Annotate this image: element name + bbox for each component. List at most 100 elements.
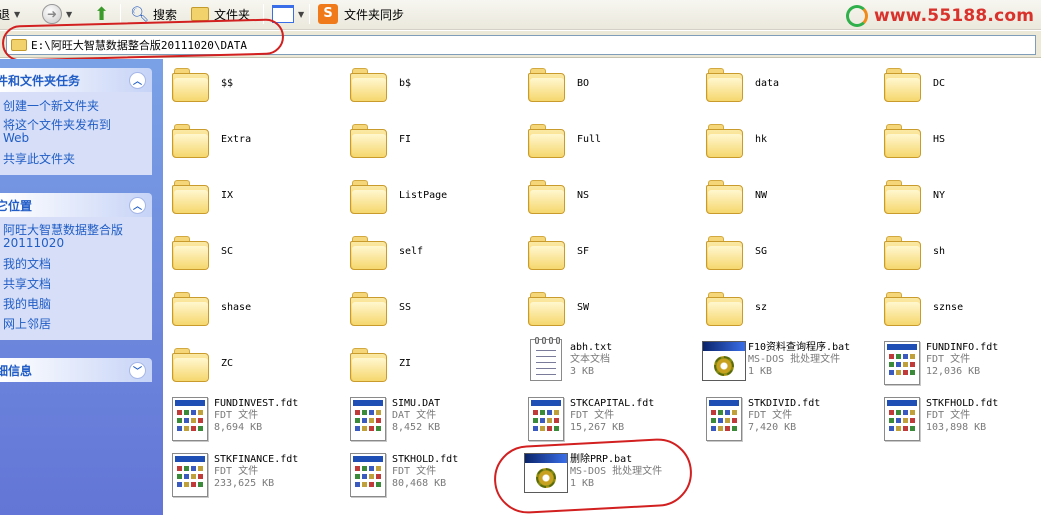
fdt-file-icon [706, 397, 742, 441]
expand-icon[interactable]: ﹀ [129, 361, 146, 379]
file-item[interactable]: STKFHOLD.fdt FDT 文件 103,898 KB [876, 395, 1041, 451]
folder-icon [528, 180, 565, 214]
file-item[interactable]: abh.txt 文本文档 3 KB [520, 337, 698, 395]
folder-item[interactable]: data [698, 59, 876, 115]
folder-item[interactable]: SF [520, 227, 698, 283]
folder-item[interactable]: SW [520, 283, 698, 339]
collapse-icon[interactable]: ︿ [129, 71, 146, 89]
folder-item[interactable]: shase [164, 283, 342, 339]
fdt-file-icon [350, 397, 386, 441]
folder-item[interactable]: sz [698, 283, 876, 339]
folder-name: Extra [221, 134, 252, 145]
folder-icon [706, 124, 743, 158]
folder-item[interactable]: NS [520, 171, 698, 227]
folder-icon [172, 180, 209, 214]
folders-button[interactable]: 文件夹 [191, 3, 250, 25]
file-item[interactable]: STKCAPITAL.fdt FDT 文件 15,267 KB [520, 395, 698, 451]
file-item[interactable]: STKDIVID.fdt FDT 文件 7,420 KB [698, 395, 876, 451]
folder-item[interactable]: Full [520, 115, 698, 171]
place-my-computer[interactable]: 我的电脑 [3, 294, 152, 314]
details-title: 细信息 [0, 363, 33, 378]
folder-name: SW [577, 302, 590, 313]
address-input[interactable]: E:\阿旺大智慧数据整合版20111020\DATA [6, 35, 1036, 55]
folder-item[interactable]: SC [164, 227, 342, 283]
folder-sync-button[interactable]: S 文件夹同步 [318, 3, 404, 25]
folder-icon [172, 124, 209, 158]
file-item[interactable]: FUNDINFO.fdt FDT 文件 12,036 KB [876, 339, 1041, 395]
folder-icon [884, 124, 921, 158]
back-button[interactable]: 退 ▼ [0, 3, 20, 25]
place-shared-documents[interactable]: 共享文档 [3, 274, 152, 294]
up-button[interactable]: ⬆ [94, 3, 109, 25]
folder-item[interactable]: IX [164, 171, 342, 227]
views-dropdown-icon[interactable]: ▼ [298, 10, 304, 19]
address-bar: E:\阿旺大智慧数据整合版20111020\DATA [0, 31, 1041, 58]
search-icon: 🔍︎ [130, 5, 150, 23]
folders-icon [191, 7, 209, 21]
folder-item[interactable]: HS [876, 115, 1041, 171]
folder-item[interactable]: sh [876, 227, 1041, 283]
folder-item[interactable]: NW [698, 171, 876, 227]
task-share-folder[interactable]: 共享此文件夹 [3, 149, 152, 169]
folder-item[interactable]: NY [876, 171, 1041, 227]
folder-name: SS [399, 302, 412, 313]
folder-item[interactable]: sznse [876, 283, 1041, 339]
forward-button[interactable]: ➜ ▼ [42, 3, 72, 25]
details-header[interactable]: 细信息 ﹀ [0, 358, 152, 382]
back-dropdown-icon[interactable]: ▼ [14, 10, 20, 19]
folder-icon [884, 236, 921, 270]
file-size: 8,694 KB [214, 422, 263, 433]
folder-name: shase [221, 302, 252, 313]
fdt-file-icon [884, 341, 920, 385]
file-type: DAT 文件 [392, 410, 437, 421]
address-path: E:\阿旺大智慧数据整合版20111020\DATA [31, 39, 247, 52]
forward-dropdown-icon[interactable]: ▼ [66, 10, 72, 19]
folder-item[interactable]: SG [698, 227, 876, 283]
file-size: 7,420 KB [748, 422, 797, 433]
folder-item[interactable]: FI [342, 115, 520, 171]
file-item[interactable]: 删除PRP.bat MS-DOS 批处理文件 1 KB [520, 451, 698, 507]
file-item[interactable]: FUNDINVEST.fdt FDT 文件 8,694 KB [164, 395, 342, 451]
other-places-header[interactable]: 它位置 ︿ [0, 193, 152, 217]
folders-label: 文件夹 [214, 7, 251, 22]
file-folder-tasks-header[interactable]: 件和文件夹任务 ︿ [0, 68, 152, 92]
place-parent-folder[interactable]: 阿旺大智慧数据整合版 20111020 [3, 224, 152, 250]
folder-item[interactable]: Extra [164, 115, 342, 171]
file-item[interactable]: STKFINANCE.fdt FDT 文件 233,625 KB [164, 451, 342, 507]
folder-item[interactable]: hk [698, 115, 876, 171]
folder-icon [172, 68, 209, 102]
folder-item[interactable]: ListPage [342, 171, 520, 227]
folder-item[interactable]: b$ [342, 59, 520, 115]
folder-item[interactable]: ZI [342, 339, 520, 395]
folder-item[interactable]: $$ [164, 59, 342, 115]
logo-swirl-icon [846, 5, 868, 27]
folder-item[interactable]: ZC [164, 339, 342, 395]
toolbar-separator [263, 4, 264, 24]
file-item[interactable]: STKHOLD.fdt FDT 文件 80,468 KB [342, 451, 520, 507]
place-network[interactable]: 网上邻居 [3, 314, 152, 334]
folder-icon [350, 180, 387, 214]
fdt-file-icon [172, 453, 208, 497]
folder-item[interactable]: self [342, 227, 520, 283]
folder-item[interactable]: SS [342, 283, 520, 339]
place-my-documents[interactable]: 我的文档 [3, 254, 152, 274]
collapse-icon[interactable]: ︿ [129, 196, 146, 214]
search-button[interactable]: 🔍︎ 搜索 [130, 3, 177, 25]
folder-icon [350, 292, 387, 326]
folder-item[interactable]: BO [520, 59, 698, 115]
folder-name: NS [577, 190, 590, 201]
folder-sync-icon: S [318, 4, 338, 24]
task-publish-folder[interactable]: 将这个文件夹发布到 Web [3, 119, 152, 145]
fdt-file-icon [528, 397, 564, 441]
file-item[interactable]: F10资料查询程序.bat MS-DOS 批处理文件 1 KB [698, 339, 876, 395]
file-name: STKHOLD.fdt [392, 454, 459, 465]
file-item[interactable]: SIMU.DAT DAT 文件 8,452 KB [342, 395, 520, 451]
folder-name: BO [577, 78, 590, 89]
file-type: FDT 文件 [748, 410, 793, 421]
views-button[interactable]: ▼ [272, 3, 304, 25]
task-new-folder[interactable]: 创建一个新文件夹 [3, 96, 152, 116]
folder-item[interactable]: DC [876, 59, 1041, 115]
folder-icon [884, 180, 921, 214]
file-list-view: $$ b$ BO data DC Extra FI Full hk HS IX ListPage NS N… [164, 59, 1041, 515]
details-panel: 细信息 ﹀ [0, 358, 152, 382]
